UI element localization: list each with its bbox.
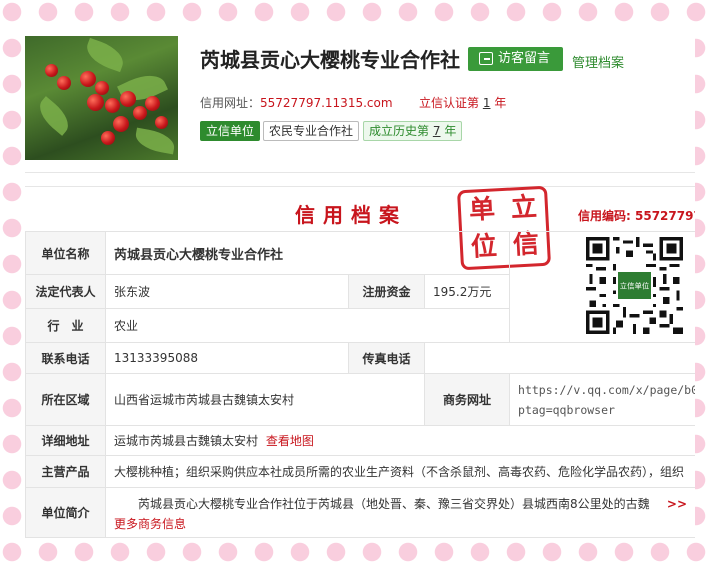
qr-code: 立信单位 xyxy=(586,237,683,334)
company-photo xyxy=(25,36,178,160)
table-row: 详细地址 运城市芮城县古魏镇太安村 查看地图 xyxy=(25,425,695,456)
history-prefix: 成立历史第 xyxy=(369,124,430,138)
reg-capital-value: 195.2万元 xyxy=(423,274,511,309)
legal-rep-value: 张东波 xyxy=(105,274,349,309)
cert-suffix: 年 xyxy=(494,96,507,110)
intro-more-arrow[interactable]: >> xyxy=(667,494,687,514)
edit-icon xyxy=(479,52,493,65)
credit-code-value: 55727797 xyxy=(635,209,695,223)
industry-label: 行 业 xyxy=(25,308,106,343)
more-business-info-link[interactable]: 更多商务信息 xyxy=(114,514,687,534)
seal-char: 单 xyxy=(468,194,496,226)
company-title: 芮城县贡心大樱桃专业合作社 xyxy=(200,48,460,72)
cert-years-line: 立信认证第 1 年 xyxy=(419,94,506,111)
address-value: 运城市芮城县古魏镇太安村 xyxy=(114,434,259,448)
products-label: 主营产品 xyxy=(25,455,106,488)
intro-text: 芮城县贡心大樱桃专业合作社位于芮城县（地处晋、秦、豫三省交界处）县城西南8公里处… xyxy=(138,496,650,511)
phone-label: 联系电话 xyxy=(25,342,106,374)
cert-prefix: 立信认证第 xyxy=(419,96,480,110)
unit-name-label: 单位名称 xyxy=(25,231,106,275)
website-line-1: https://v.qq.com/x/page/b0516c xyxy=(518,382,695,397)
website-label: 商务网址 xyxy=(423,373,511,426)
visitor-message-button[interactable]: 访客留言 xyxy=(468,47,563,71)
credit-site-line: 信用网址：55727797.11315.com xyxy=(200,94,393,111)
fax-value xyxy=(423,342,695,374)
credit-profile-page: 芮城县贡心大樱桃专业合作社 访客留言 管理档案 信用网址：55727797.11… xyxy=(25,24,695,538)
fax-label: 传真电话 xyxy=(348,342,425,374)
credit-site-label: 信用网址： xyxy=(200,96,261,110)
reg-capital-label: 注册资金 xyxy=(348,274,425,309)
credit-site-url[interactable]: 55727797.11315.com xyxy=(260,96,393,110)
website-value[interactable]: https://v.qq.com/x/page/b0516c ptag=qqbr… xyxy=(509,373,695,426)
phone-value: 13133395088 xyxy=(105,342,349,374)
table-row: 联系电话 13133395088 传真电话 xyxy=(25,342,695,374)
seal-char: 立 xyxy=(510,192,538,224)
region-label: 所在区域 xyxy=(25,373,106,426)
region-value: 山西省运城市芮城县古魏镇太安村 xyxy=(105,373,425,426)
website-line-2: ptag=qqbrowser xyxy=(518,402,615,417)
table-row: 所在区域 山西省运城市芮城县古魏镇太安村 商务网址 https://v.qq.c… xyxy=(25,373,695,426)
table-row: 单位简介 芮城县贡心大樱桃专业合作社位于芮城县（地处晋、秦、豫三省交界处）县城西… xyxy=(25,487,695,538)
industry-value: 农业 xyxy=(104,308,511,343)
legal-rep-label: 法定代表人 xyxy=(25,274,106,309)
credit-code-label: 信用编码: xyxy=(578,209,631,223)
unit-name-value: 芮城县贡心大樱桃专业合作社 xyxy=(104,231,511,275)
credit-code: 信用编码: 55727797 xyxy=(578,207,695,224)
visitor-message-label: 访客留言 xyxy=(498,51,551,66)
divider xyxy=(25,186,695,187)
address-cell: 运城市芮城县古魏镇太安村 查看地图 xyxy=(104,425,695,456)
history-years: 7 xyxy=(432,124,441,138)
divider xyxy=(25,172,695,173)
history-suffix: 年 xyxy=(444,124,457,138)
intro-label: 单位简介 xyxy=(25,487,106,538)
tag-history: 成立历史第 7 年 xyxy=(363,121,463,141)
cert-years: 1 xyxy=(482,96,491,110)
qr-center-badge: 立信单位 xyxy=(620,282,649,291)
manage-archive-link[interactable]: 管理档案 xyxy=(572,52,624,71)
intro-cell: 芮城县贡心大樱桃专业合作社位于芮城县（地处晋、秦、豫三省交界处）县城西南8公里处… xyxy=(104,487,695,538)
section-title: 信用档案 xyxy=(295,203,407,227)
products-value: 大樱桃种植；组织采购供应本社成员所需的农业生产资料（不含杀鼠剂、高毒农药、危险化… xyxy=(104,455,695,488)
tag-cooperative: 农民专业合作社 xyxy=(263,121,360,141)
address-label: 详细地址 xyxy=(25,425,106,456)
tag-lixin-unit: 立信单位 xyxy=(200,121,261,141)
table-row: 主营产品 大樱桃种植；组织采购供应本社成员所需的农业生产资料（不含杀鼠剂、高毒农… xyxy=(25,455,695,488)
view-map-link[interactable]: 查看地图 xyxy=(266,434,314,448)
